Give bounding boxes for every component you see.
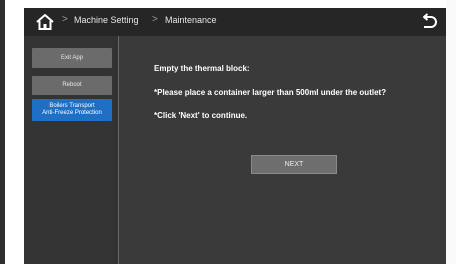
breadcrumb-machine-setting[interactable]: Machine Setting xyxy=(74,15,139,25)
reboot-button[interactable]: Reboot xyxy=(32,76,112,95)
home-icon[interactable] xyxy=(35,13,55,31)
instruction-container: *Please place a container larger than 50… xyxy=(154,88,387,97)
left-frame-edge xyxy=(0,0,5,264)
exit-app-label: Exit App xyxy=(60,54,83,61)
instruction-title: Empty the thermal block: xyxy=(154,64,250,73)
back-arrow-icon[interactable] xyxy=(420,13,438,31)
boilers-label-line2: Anti-Freeze Protection xyxy=(42,110,102,116)
main-content: Empty the thermal block: *Please place a… xyxy=(119,36,446,264)
breadcrumb-separator: > xyxy=(62,14,68,25)
top-bar: > Machine Setting > Maintenance xyxy=(24,8,446,36)
sidebar: Exit App Reboot Boilers Transport Anti-F… xyxy=(24,36,118,264)
boilers-anti-freeze-button[interactable]: Boilers Transport Anti-Freeze Protection xyxy=(32,99,112,121)
reboot-label: Reboot xyxy=(62,82,82,88)
breadcrumb-maintenance: Maintenance xyxy=(165,15,217,25)
instruction-next: *Click 'Next' to continue. xyxy=(154,111,248,120)
breadcrumb-separator: > xyxy=(152,14,158,25)
exit-app-button[interactable]: Exit App xyxy=(32,48,112,68)
next-button[interactable]: NEXT xyxy=(251,155,337,174)
boilers-label-line1: Boilers Transport xyxy=(49,103,95,109)
right-frame-edge xyxy=(446,0,456,264)
device-screen: > Machine Setting > Maintenance Exit App… xyxy=(24,8,446,264)
